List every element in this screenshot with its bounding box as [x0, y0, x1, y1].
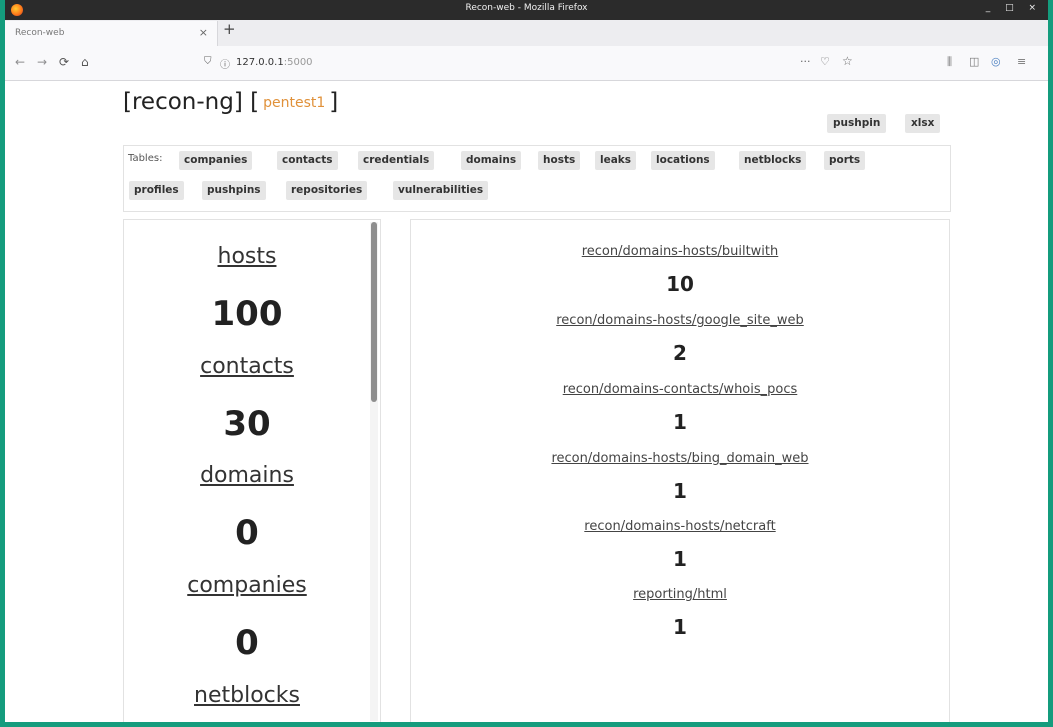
- tab-label: Recon-web: [15, 28, 65, 38]
- tables-label: Tables:: [128, 153, 163, 164]
- title-prefix: [recon-ng] [: [123, 89, 260, 115]
- tab-close-icon[interactable]: ×: [199, 26, 208, 39]
- table-chip[interactable]: companies: [179, 151, 253, 170]
- module-link[interactable]: recon/domains-hosts/netcraft: [411, 519, 949, 534]
- reload-icon[interactable]: ⟳: [59, 55, 69, 69]
- module-link[interactable]: reporting/html: [411, 587, 949, 602]
- summary-scrollbar[interactable]: [370, 222, 378, 721]
- table-chip[interactable]: pushpins: [202, 181, 266, 200]
- summary-hosts-count: 100: [211, 294, 283, 334]
- window-title: Recon-web - Mozilla Firefox: [465, 3, 588, 13]
- summary-panel: hosts 100 contacts 30 domains 0 companie…: [123, 219, 381, 722]
- xlsx-button[interactable]: xlsx: [905, 114, 941, 133]
- title-suffix: ]: [329, 89, 339, 115]
- url-host: 127.0.0.1: [236, 57, 284, 68]
- summary-hosts-link[interactable]: hosts: [124, 244, 370, 269]
- module-count: 1: [673, 615, 687, 639]
- tab-bar: Recon-web × +: [5, 20, 1048, 46]
- pocket-icon[interactable]: ♡: [820, 55, 830, 68]
- new-tab-icon[interactable]: +: [223, 20, 236, 38]
- home-icon[interactable]: ⌂: [81, 55, 89, 69]
- table-chip[interactable]: hosts: [538, 151, 581, 170]
- summary-companies-link[interactable]: companies: [124, 573, 370, 598]
- extension-icon[interactable]: ◎: [991, 55, 1001, 68]
- workspace-name: pentest1: [263, 95, 326, 111]
- menu-icon[interactable]: ≡: [1017, 55, 1026, 68]
- table-chip[interactable]: domains: [461, 151, 522, 170]
- page-title: [recon-ng] [pentest1]: [123, 89, 338, 115]
- summary-domains-count: 0: [235, 513, 259, 553]
- table-chip[interactable]: leaks: [595, 151, 637, 170]
- pushpin-button[interactable]: pushpin: [827, 114, 887, 133]
- window-titlebar: Recon-web - Mozilla Firefox _ □ ×: [5, 0, 1048, 20]
- module-link[interactable]: recon/domains-hosts/bing_domain_web: [411, 451, 949, 466]
- table-chip[interactable]: credentials: [358, 151, 435, 170]
- tab-recon-web[interactable]: Recon-web ×: [5, 21, 218, 46]
- module-count: 1: [673, 479, 687, 503]
- tracking-shield-icon[interactable]: ⛉: [204, 56, 212, 67]
- module-link[interactable]: recon/domains-hosts/builtwith: [411, 244, 949, 259]
- summary-companies-count: 0: [235, 623, 259, 663]
- tables-bar: Tables: companies contacts credentials d…: [123, 145, 951, 212]
- url-bar[interactable]: ⛉ ⓘ 127.0.0.1:5000 ··· ♡ ☆: [200, 51, 872, 75]
- table-chip[interactable]: ports: [824, 151, 866, 170]
- bookmark-star-icon[interactable]: ☆: [842, 54, 853, 68]
- navigation-toolbar: ← → ⟳ ⌂ ⛉ ⓘ 127.0.0.1:5000 ··· ♡ ☆ ⫼ ◫ ◎…: [5, 46, 1048, 81]
- url-text[interactable]: 127.0.0.1:5000: [236, 57, 313, 68]
- browser-window: Recon-web - Mozilla Firefox _ □ × Recon-…: [5, 0, 1048, 722]
- table-chip[interactable]: netblocks: [739, 151, 807, 170]
- table-chip[interactable]: vulnerabilities: [393, 181, 489, 200]
- table-chip[interactable]: repositories: [286, 181, 368, 200]
- module-link[interactable]: recon/domains-hosts/google_site_web: [411, 313, 949, 328]
- table-chip[interactable]: contacts: [277, 151, 338, 170]
- table-chip[interactable]: profiles: [129, 181, 184, 200]
- window-controls[interactable]: _ □ ×: [986, 3, 1042, 13]
- forward-icon[interactable]: →: [37, 55, 47, 69]
- module-link[interactable]: recon/domains-contacts/whois_pocs: [411, 382, 949, 397]
- url-port: :5000: [283, 57, 313, 68]
- summary-contacts-link[interactable]: contacts: [124, 354, 370, 379]
- module-count: 10: [666, 272, 694, 296]
- site-info-icon[interactable]: ⓘ: [220, 56, 230, 71]
- scrollbar-thumb[interactable]: [371, 222, 377, 402]
- module-count: 1: [673, 547, 687, 571]
- page-content: [recon-ng] [pentest1] pushpin xlsx Table…: [5, 81, 1048, 722]
- sidebar-icon[interactable]: ◫: [969, 55, 979, 68]
- page-actions-icon[interactable]: ···: [800, 55, 811, 68]
- library-icon[interactable]: ⫼: [947, 55, 952, 69]
- summary-netblocks-link[interactable]: netblocks: [124, 683, 370, 708]
- module-stats-panel: recon/domains-hosts/builtwith 10 recon/d…: [410, 219, 950, 722]
- back-icon[interactable]: ←: [15, 55, 25, 69]
- summary-domains-link[interactable]: domains: [124, 463, 370, 488]
- module-count: 2: [673, 341, 687, 365]
- summary-contacts-count: 30: [223, 404, 271, 444]
- module-count: 1: [673, 410, 687, 434]
- table-chip[interactable]: locations: [651, 151, 715, 170]
